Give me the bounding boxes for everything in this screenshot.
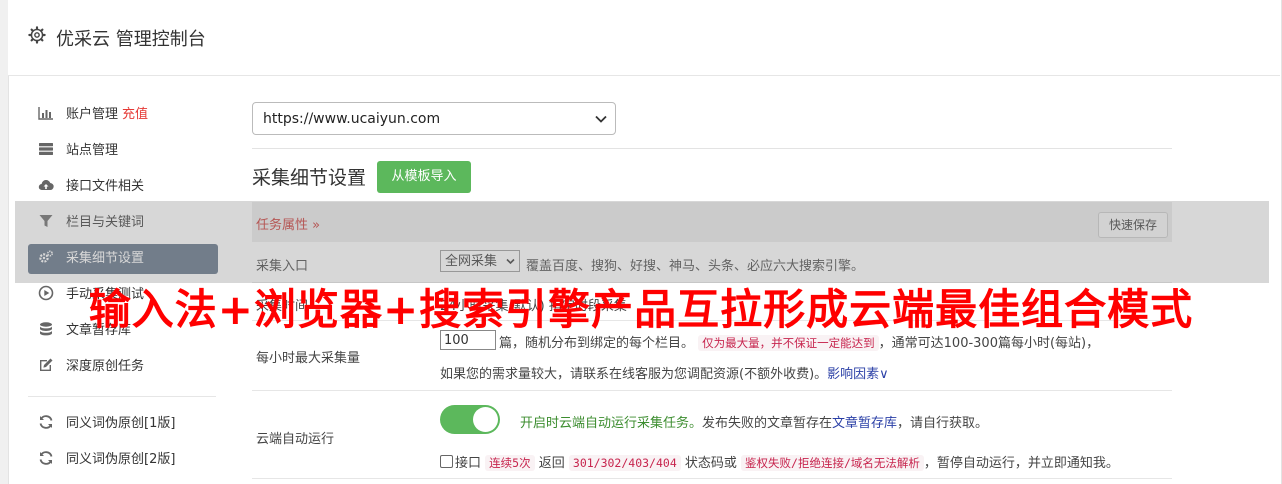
- bar-chart-icon: [38, 107, 53, 120]
- site-select[interactable]: https://www.ucaiyun.com: [252, 102, 616, 135]
- page-title: 优采云 管理控制台: [56, 29, 206, 50]
- interface-pause-rule: 接口 连续5次 返回 301/302/403/404 状态码或 鉴权失败/拒绝连…: [440, 452, 1119, 471]
- divider: [252, 478, 1172, 479]
- sidebar-item-synonym-v2[interactable]: 同义词伪原创[2版]: [28, 445, 218, 475]
- interface-checkbox[interactable]: [440, 455, 453, 468]
- cloud-run-label: 云端自动运行: [256, 432, 335, 447]
- site-select-value: https://www.ucaiyun.com: [263, 111, 441, 127]
- sidebar-item-label: 同义词伪原创[1版]: [66, 416, 176, 431]
- recharge-link[interactable]: 充值: [122, 107, 148, 122]
- sidebar-item-account[interactable]: 账户管理 充值: [28, 100, 218, 130]
- refresh-icon: [39, 415, 53, 429]
- sidebar-item-synonym-v1[interactable]: 同义词伪原创[1版]: [28, 409, 218, 439]
- sidebar-item-label: 账户管理: [66, 107, 119, 122]
- sidebar-item-label: 深度原创任务: [66, 359, 145, 374]
- watermark-caption: 输入法+浏览器+搜索引擎产品互拉形成云端最佳组合模式: [88, 285, 1194, 334]
- refresh-icon: [39, 451, 53, 465]
- cloud-run-toggle[interactable]: [440, 405, 500, 434]
- sidebar-item-sites[interactable]: 站点管理: [28, 136, 218, 166]
- article-storage-link[interactable]: 文章暂存库: [832, 416, 897, 431]
- impact-factors-link[interactable]: 影响因素: [827, 367, 879, 382]
- sidebar-divider: [28, 396, 216, 397]
- gray-overlay-band: [15, 201, 1269, 283]
- gear-icon: [28, 26, 46, 44]
- sidebar-item-label: 站点管理: [66, 143, 119, 158]
- max-note: 仅为最大量，并不保证一定能达到: [698, 335, 879, 351]
- sidebar-item-interface-files[interactable]: 接口文件相关: [28, 172, 218, 202]
- divider: [252, 390, 1172, 391]
- page-header: 优采云 管理控制台: [8, 0, 1280, 76]
- edit-icon: [40, 358, 53, 371]
- section-title: 采集细节设置: [252, 167, 367, 189]
- sidebar-item-label: 同义词伪原创[2版]: [66, 452, 176, 467]
- hourly-text-line2: 如果您的需求量较大，请联系在线客服为您调配资源(不额外收费)。影响因素∨: [440, 367, 889, 382]
- hourly-label: 每小时最大采集量: [256, 351, 361, 366]
- sidebar-item-deep-original[interactable]: 深度原创任务: [28, 352, 218, 382]
- cloud-upload-icon: [38, 180, 54, 191]
- import-template-button[interactable]: 从模板导入: [377, 161, 471, 193]
- sidebar-item-label: 接口文件相关: [66, 179, 145, 194]
- server-icon: [39, 143, 53, 155]
- cloud-run-description: 开启时云端自动运行采集任务。发布失败的文章暂存在文章暂存库，请自行获取。: [520, 416, 989, 431]
- toggle-knob: [473, 407, 498, 432]
- divider: [252, 148, 1172, 149]
- chevron-down-icon: [595, 115, 607, 123]
